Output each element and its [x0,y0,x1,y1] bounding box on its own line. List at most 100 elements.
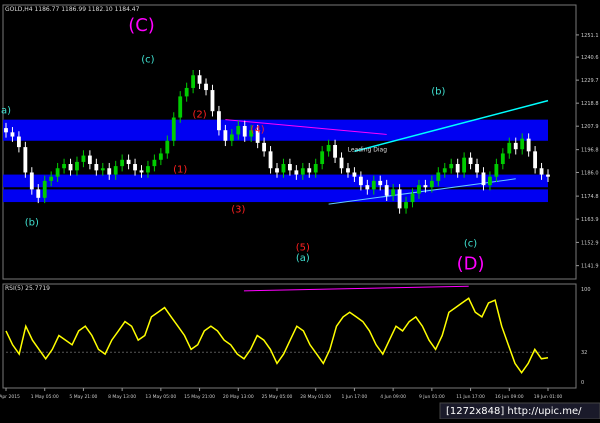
time-tick-label-14: 19 Jun 01:00 [534,394,563,400]
candle-body-22 [146,166,150,173]
candle-body-65 [423,185,428,188]
candle-body-11 [75,161,79,171]
wave-label-11: (c) [464,238,477,249]
wave-label-13: Leading Diag [348,146,388,153]
background [0,0,600,419]
candle-body-82 [533,151,538,169]
candle-body-18 [120,159,125,167]
rsi-tick-label-1: 32 [581,350,587,356]
candle-body-83 [539,168,544,175]
wave-label-4: (2) [192,110,206,121]
time-tick-label-1: 1 May 05:00 [31,394,59,400]
wave-label-2: a) [1,105,11,116]
candle-body-77 [500,153,505,165]
candle-body-28 [184,87,189,97]
wave-label-1: (c) [141,55,154,66]
candle-body-41 [268,151,273,169]
candle-body-13 [87,155,92,165]
candle-body-46 [300,168,305,175]
candle-body-3 [23,147,28,173]
time-tick-label-5: 15 May 21:00 [184,394,215,400]
candle-body-63 [410,193,415,203]
candle-body-62 [404,202,408,209]
candle-body-74 [481,172,486,186]
candle-body-25 [165,140,170,154]
time-tick-label-6: 20 May 13:00 [223,394,254,400]
candle-body-45 [294,170,299,175]
chart-stage: (C) (c) a) (b) (2) (1) (4) (3) (5) (a) (b) (c) (D) Le… [0,0,600,420]
candle-body-32 [210,90,215,112]
candle-body-26 [171,117,176,141]
candle-body-9 [62,164,66,169]
candle-body-76 [494,164,499,177]
candle-body-30 [197,75,202,84]
price-tick-label-3: 1218.8 [581,101,599,107]
candle-body-1 [10,132,15,137]
candle-body-34 [223,130,228,141]
price-tick-label-5: 1196.8 [581,148,599,154]
candle-body-37 [242,125,247,137]
candle-body-67 [436,172,441,181]
candle-body-51 [333,145,337,158]
candle-body-57 [371,180,376,190]
candle-body-16 [107,168,112,175]
candle-body-71 [462,157,467,173]
candle-body-21 [139,170,144,173]
candle-body-48 [313,164,318,173]
candle-body-7 [49,176,54,181]
candle-body-72 [468,157,473,165]
candle-body-36 [236,125,241,135]
candle-body-56 [365,185,370,190]
candle-body-68 [442,168,447,173]
time-tick-label-8: 28 May 01:00 [300,394,331,400]
candle-body-66 [429,180,434,188]
time-tick-label-0: 28 Apr 2015 [0,394,20,400]
candle-body-53 [346,168,350,173]
candle-body-75 [488,176,492,186]
candle-body-8 [55,168,60,177]
candle-body-4 [29,172,34,190]
time-tick-label-2: 5 May 21:00 [69,394,97,400]
candle-body-2 [16,136,21,148]
candle-body-12 [81,155,86,162]
candle-body-64 [417,185,421,194]
time-tick-label-13: 16 Jun 09:00 [495,394,524,400]
candle-body-47 [307,168,312,173]
candle-body-42 [275,168,279,173]
time-tick-label-12: 11 Jun 17:00 [456,394,485,400]
candle-body-59 [384,185,389,196]
candle-body-20 [133,164,137,171]
time-tick-label-7: 25 May 05:00 [262,394,293,400]
wave-label-7: (3) [231,205,245,216]
resistance-zone-2 [3,189,548,203]
time-tick-label-9: 1 Jun 17:00 [342,394,368,400]
time-tick-label-4: 13 May 05:00 [145,394,176,400]
wave-label-10: (b) [431,86,445,97]
chart-header: GOLD,H4 1186.77 1186.99 1182.10 1184.47 [5,6,140,13]
candle-body-55 [358,176,363,186]
wave-label-3: (b) [25,217,39,228]
candle-body-27 [178,96,183,118]
candle-body-19 [126,159,131,165]
candle-body-80 [520,138,525,150]
time-tick-label-11: 9 Jun 01:00 [419,394,445,400]
candle-body-23 [152,159,157,167]
price-tick-label-1: 1240.6 [581,55,599,61]
price-tick-label-9: 1152.9 [581,240,599,246]
price-tick-label-7: 1174.8 [581,194,599,200]
rsi-tick-label-2: 0 [581,380,584,386]
candle-body-43 [281,164,286,173]
candle-body-0 [4,128,8,133]
candle-body-54 [352,172,357,177]
price-tick-label-2: 1229.7 [581,78,599,84]
time-tick-label-10: 4 Jun 09:00 [380,394,406,400]
price-tick-label-4: 1207.9 [581,124,599,130]
price-tick-label-0: 1251.1 [581,33,599,39]
candle-body-24 [158,153,163,160]
candle-body-29 [191,75,196,88]
candle-body-33 [217,111,221,131]
candle-body-69 [449,164,454,169]
footer-badge: [1272x848] http://upic.me/ [446,406,582,417]
time-tick-label-3: 8 May 13:00 [108,394,136,400]
wave-label-5: (1) [173,164,187,175]
